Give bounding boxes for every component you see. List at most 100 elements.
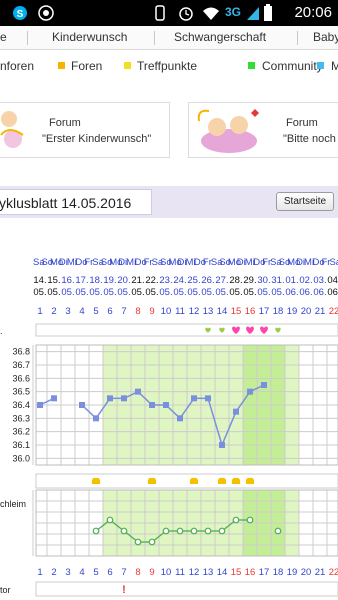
month-label: 06. [285,287,299,298]
cycle-day-label: 10 [160,567,172,578]
mucus-point [190,527,198,535]
lh-test-icon [147,477,157,484]
cycle-day-label: 2 [51,306,57,317]
month-label: 05. [89,287,103,298]
date-label: 03. [313,275,327,286]
cycle-day-label: 17 [258,306,270,317]
date-label: 28. [229,275,243,286]
forum-card-bitte-noch[interactable]: Forum "Bitte noch [188,102,338,158]
temperature-point [135,388,141,395]
main-nav: e Kinderwunsch Schwangerschaft Baby [0,26,338,50]
month-label: 05. [173,287,187,298]
date-label: 29. [243,275,257,286]
babies-illustration-icon [0,111,24,148]
category-more[interactable]: M [331,59,338,73]
date-label: 22. [145,275,159,286]
category-forenuebersicht[interactable]: nforen [0,59,34,73]
temp-tick-label: 36.5 [12,387,30,397]
temp-tick-label: 36.3 [12,413,30,423]
svg-text:S: S [17,9,24,20]
cycle-day-row: 1 2 3 4 5 6 7 8 9 10 11 12 13 14 15 16 17 18 19 20 21 22 [0,306,338,318]
category-foren[interactable]: Foren [71,59,102,73]
mucus-point [134,538,142,546]
startseite-button[interactable]: Startseite [276,192,334,211]
temperature-point [261,382,267,388]
clock: 20:06 [294,4,332,21]
mucus-point [274,527,282,535]
category-bar: nforen Foren Treffpunkte Community M [0,56,338,78]
date-label: 18. [89,275,103,286]
temperature-point [107,395,113,402]
forum-card-name: "Bitte noch [283,133,336,145]
cervical-mucus-label: chleim [0,499,27,509]
date-label: 02. [299,275,313,286]
month-label: 05. [47,287,61,298]
cycle-day-label: 17 [258,567,270,578]
lh-test-icon [91,477,101,484]
cycle-day-label: 19 [286,567,298,578]
cycle-day-label: 8 [135,567,141,578]
forum-card-erster-kinderwunsch[interactable]: Forum "Erster Kinderwunsch" [0,102,170,158]
category-community-marker [248,62,255,69]
nav-item-kinderwunsch[interactable]: Kinderwunsch [52,30,127,44]
temperature-point [93,415,99,422]
forum-card-name: "Erster Kinderwunsch" [42,133,152,145]
date-label: 04. [327,275,338,286]
alert-mark: ! [122,584,126,596]
date-label: 24. [173,275,187,286]
month-label: 06. [313,287,327,298]
cycle-chart: 36.8 36.7 36.6 36.5 36.4 36.3 36.2 36.1 36.0! [12,323,338,597]
date-label: 23. [159,275,173,286]
alarm-icon [179,7,193,21]
month-label: 06. [299,287,313,298]
nav-item-home[interactable]: e [0,30,7,44]
temperature-point [205,395,211,402]
mucus-point [162,527,170,535]
cycle-day-label: 11 [175,306,185,317]
mucus-point [218,527,226,535]
nav-item-baby[interactable]: Baby [313,30,338,44]
date-label: 26. [201,275,215,286]
cycle-day-label: 9 [149,306,155,317]
nav-divider [154,31,155,45]
month-label: 05. [145,287,159,298]
temperature-point [51,395,57,402]
cycle-day-label: 13 [202,567,214,578]
cycle-day-label: 20 [300,567,312,578]
cycle-day-label: 4 [79,306,85,317]
month-label: 05. [215,287,229,298]
month-label: 05. [159,287,173,298]
temp-tick-label: 36.4 [12,400,30,410]
month-label: 05. [271,287,285,298]
cycle-day-label: 8 [135,306,141,317]
rotation-icon [155,5,165,21]
date-label: 27. [215,275,229,286]
temperature-point [219,442,225,448]
cycle-day-label: 10 [160,306,172,317]
bottom-row-frame [35,581,338,597]
cycle-day-label: 22 [328,567,338,578]
category-community[interactable]: Community [262,59,323,73]
mucus-point [246,516,254,524]
date-label: 20. [117,275,131,286]
cycle-day-label: 4 [79,567,85,578]
date-row: 14. 15. 16. 17. 18. 19. 20. 21. 22. 23. 24. 25. 26. 2… [0,275,338,287]
cycle-day-label: 13 [202,306,214,317]
weekday-row: Sa So Mo Di Mi Do Fr Sa So Mo Di Mi Do Fr Sa So Mo Di Mi Do… [0,257,338,269]
lh-test-icon [217,477,227,484]
cycle-day-label: 20 [300,306,312,317]
cycle-day-label: 14 [216,567,228,578]
category-treffpunkte[interactable]: Treffpunkte [137,59,197,73]
month-label: 05. [229,287,243,298]
month-label: 05. [33,287,47,298]
mucus-point [92,527,100,535]
cycle-day-label: 16 [244,567,256,578]
temperature-point [79,402,85,408]
nav-item-schwangerschaft[interactable]: Schwangerschaft [174,30,266,44]
cycle-day-label: 14 [216,306,228,317]
cycle-day-label: 5 [93,306,99,317]
month-label: 05. [243,287,257,298]
date-label: 17. [75,275,89,286]
month-label: 05. [117,287,131,298]
temperature-point [163,402,169,408]
